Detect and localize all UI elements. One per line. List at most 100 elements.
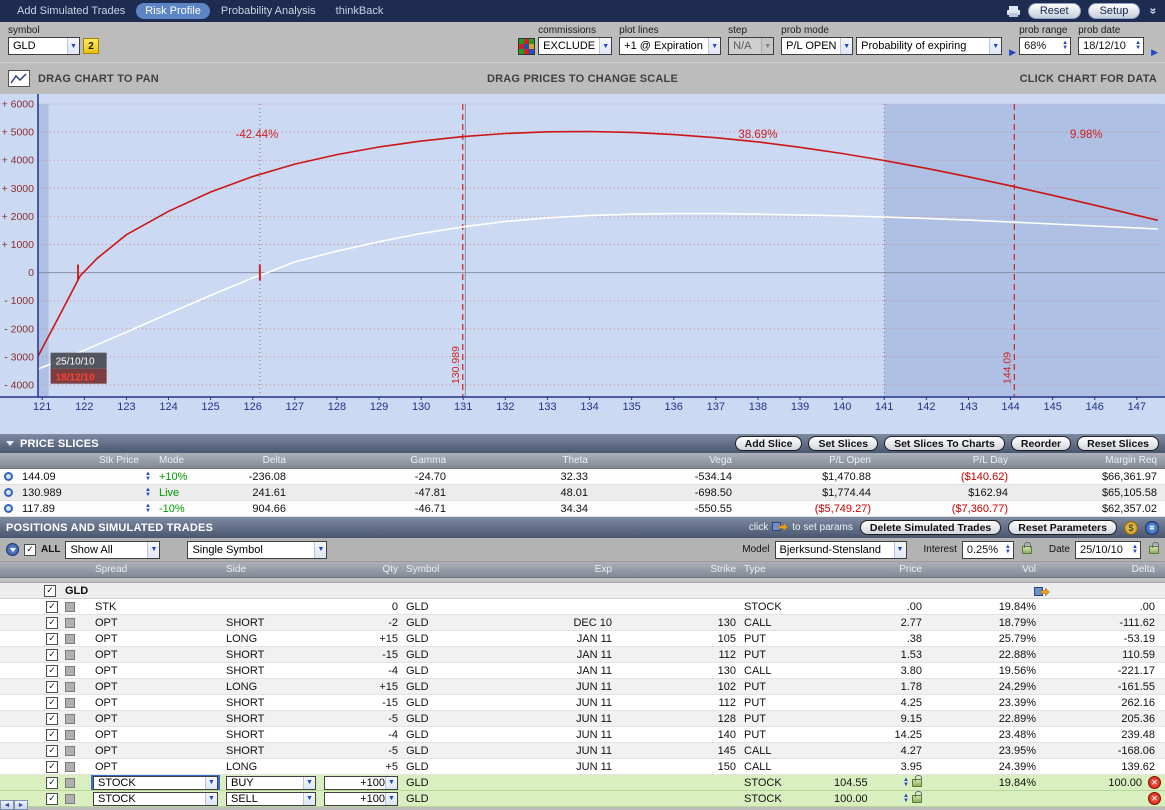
slice-mode[interactable]: Live [155, 485, 225, 500]
slice-link-cell[interactable] [0, 501, 18, 516]
collapse-slices-icon[interactable] [6, 441, 14, 446]
prob-date-spinner[interactable]: 18/12/10▲▼ [1078, 37, 1144, 55]
dropdown-arrow-icon[interactable]: ▼ [989, 38, 1001, 54]
risk-profile-chart-area[interactable]: + 6000+ 5000+ 4000+ 3000+ 2000+ 10000- 1… [0, 94, 1165, 434]
prob-range-spinner[interactable]: 68%▲▼ [1019, 37, 1071, 55]
warning-badge[interactable]: 2 [83, 38, 99, 54]
dropdown-arrow-icon[interactable]: ▼ [599, 38, 611, 54]
lock-icon[interactable] [912, 779, 922, 787]
chart-icon[interactable] [8, 70, 30, 87]
slice-link-cell[interactable] [0, 469, 18, 484]
spinner-arrows-icon[interactable]: ▲▼ [1129, 545, 1138, 555]
row-lock-cell[interactable] [61, 599, 81, 614]
sim-spread-select[interactable]: STOCK▼ [93, 792, 218, 806]
sim-side-select[interactable]: BUY▼ [226, 776, 316, 790]
dropdown-arrow-icon[interactable]: ▼ [303, 793, 315, 805]
set-slices-button[interactable]: Set Slices [808, 436, 878, 451]
row-lock-cell[interactable] [61, 679, 81, 694]
col-vol[interactable]: Vol [926, 562, 1040, 577]
row-lock-cell[interactable] [61, 647, 81, 662]
row-lock-cell[interactable] [61, 775, 81, 790]
dropdown-arrow-icon[interactable]: ▼ [840, 38, 852, 54]
row-checkbox[interactable]: ✓ [46, 633, 58, 645]
slice-link-icon[interactable] [4, 488, 13, 497]
row-check-cell[interactable]: ✓ [42, 647, 61, 662]
row-check-cell[interactable]: ✓ [42, 599, 61, 614]
scroll-bottom-icon[interactable]: » [1145, 521, 1159, 535]
tab-probability-analysis[interactable]: Probability Analysis [212, 3, 325, 19]
spinner-arrows-icon[interactable]: ▲▼ [1002, 545, 1011, 555]
row-lock-box[interactable] [65, 794, 75, 804]
date-spinner[interactable]: 25/10/10▲▼ [1075, 541, 1141, 559]
col-gamma[interactable]: Gamma [290, 453, 450, 468]
sim-price-cell[interactable]: 104.55▲▼ [830, 775, 926, 790]
row-checkbox[interactable]: ✓ [46, 729, 58, 741]
group-params-icon[interactable] [1034, 585, 1050, 600]
show-filter-select[interactable]: Show All▼ [65, 541, 160, 559]
dropdown-arrow-icon[interactable]: ▼ [708, 38, 720, 54]
dropdown-arrow-icon[interactable]: ▼ [205, 793, 217, 805]
reset-button[interactable]: Reset [1028, 3, 1081, 19]
symbol-select[interactable]: GLD▼ [8, 37, 80, 55]
interest-lock-icon[interactable] [1022, 546, 1032, 554]
sim-price-value[interactable]: 100.00 [834, 793, 868, 805]
slice-price-value[interactable]: 144.09 [22, 471, 56, 483]
lock-icon[interactable] [912, 795, 922, 803]
row-checkbox[interactable]: ✓ [46, 713, 58, 725]
col-exp[interactable]: Exp [560, 562, 616, 577]
col-delta[interactable]: Delta [1040, 562, 1165, 577]
spinner-arrows-icon[interactable]: ▲▼ [142, 472, 151, 482]
row-check-cell[interactable]: ✓ [42, 775, 61, 790]
row-check-cell[interactable]: ✓ [42, 679, 61, 694]
row-check-cell[interactable]: ✓ [42, 727, 61, 742]
tab-add-simulated-trades[interactable]: Add Simulated Trades [8, 3, 134, 19]
row-check-cell[interactable]: ✓ [42, 615, 61, 630]
step-select[interactable]: N/A▼ [728, 37, 774, 55]
symbol-mode-select[interactable]: Single Symbol▼ [187, 541, 327, 559]
spinner-arrows-icon[interactable]: ▲▼ [900, 794, 909, 804]
dropdown-arrow-icon[interactable]: ▼ [67, 38, 79, 54]
group-checkbox[interactable]: ✓ [44, 585, 56, 597]
pl-mode-select[interactable]: P/L OPEN▼ [781, 37, 853, 55]
reorder-button[interactable]: Reorder [1011, 436, 1071, 451]
row-checkbox[interactable]: ✓ [46, 793, 58, 805]
row-check-cell[interactable]: ✓ [42, 631, 61, 646]
row-lock-box[interactable] [65, 746, 75, 756]
all-checkbox[interactable]: ✓ [24, 544, 36, 556]
row-check-cell[interactable]: ✓ [42, 695, 61, 710]
sim-price-value[interactable]: 104.55 [834, 777, 868, 789]
row-checkbox[interactable]: ✓ [46, 777, 58, 789]
h-scrollbar[interactable]: ◄ ► [0, 800, 28, 810]
row-lock-box[interactable] [65, 714, 75, 724]
slice-price-cell[interactable]: 117.89▲▼ [18, 501, 155, 516]
row-checkbox[interactable]: ✓ [46, 681, 58, 693]
spinner-arrows-icon[interactable]: ▲▼ [142, 488, 151, 498]
sim-qty-select[interactable]: +100▼ [324, 792, 398, 806]
spinner-arrows-icon[interactable]: ▲▼ [142, 504, 151, 514]
prob-params-arrow-icon[interactable]: ▶ [1009, 47, 1016, 58]
symbol-group-row[interactable]: ✓ GLD [0, 583, 1165, 599]
col-pl-day[interactable]: P/L Day [875, 453, 1012, 468]
col-type[interactable]: Type [740, 562, 830, 577]
row-check-cell[interactable]: ✓ [42, 663, 61, 678]
col-spread[interactable]: Spread [81, 562, 222, 577]
row-lock-box[interactable] [65, 618, 75, 628]
row-lock-box[interactable] [65, 650, 75, 660]
sim-spread-select[interactable]: STOCK▼ [93, 776, 218, 790]
slice-price-cell[interactable]: 130.989▲▼ [18, 485, 155, 500]
row-lock-box[interactable] [65, 634, 75, 644]
interest-spinner[interactable]: 0.25%▲▼ [962, 541, 1014, 559]
col-theta[interactable]: Theta [450, 453, 592, 468]
plot-lines-select[interactable]: +1 @ Expiration▼ [619, 37, 721, 55]
row-checkbox[interactable]: ✓ [46, 601, 58, 613]
sim-qty-select[interactable]: +100▼ [324, 776, 398, 790]
row-lock-cell[interactable] [61, 791, 81, 806]
slice-price-cell[interactable]: 144.09 ▲▼ [18, 469, 155, 484]
dropdown-arrow-icon[interactable]: ▼ [385, 793, 397, 805]
row-lock-box[interactable] [65, 666, 75, 676]
col-stk-price[interactable]: Stk Price [18, 453, 155, 468]
col-side[interactable]: Side [222, 562, 320, 577]
add-slice-button[interactable]: Add Slice [735, 436, 803, 451]
spinner-arrows-icon[interactable]: ▲▼ [1132, 41, 1141, 51]
slice-link-icon[interactable] [4, 504, 13, 513]
